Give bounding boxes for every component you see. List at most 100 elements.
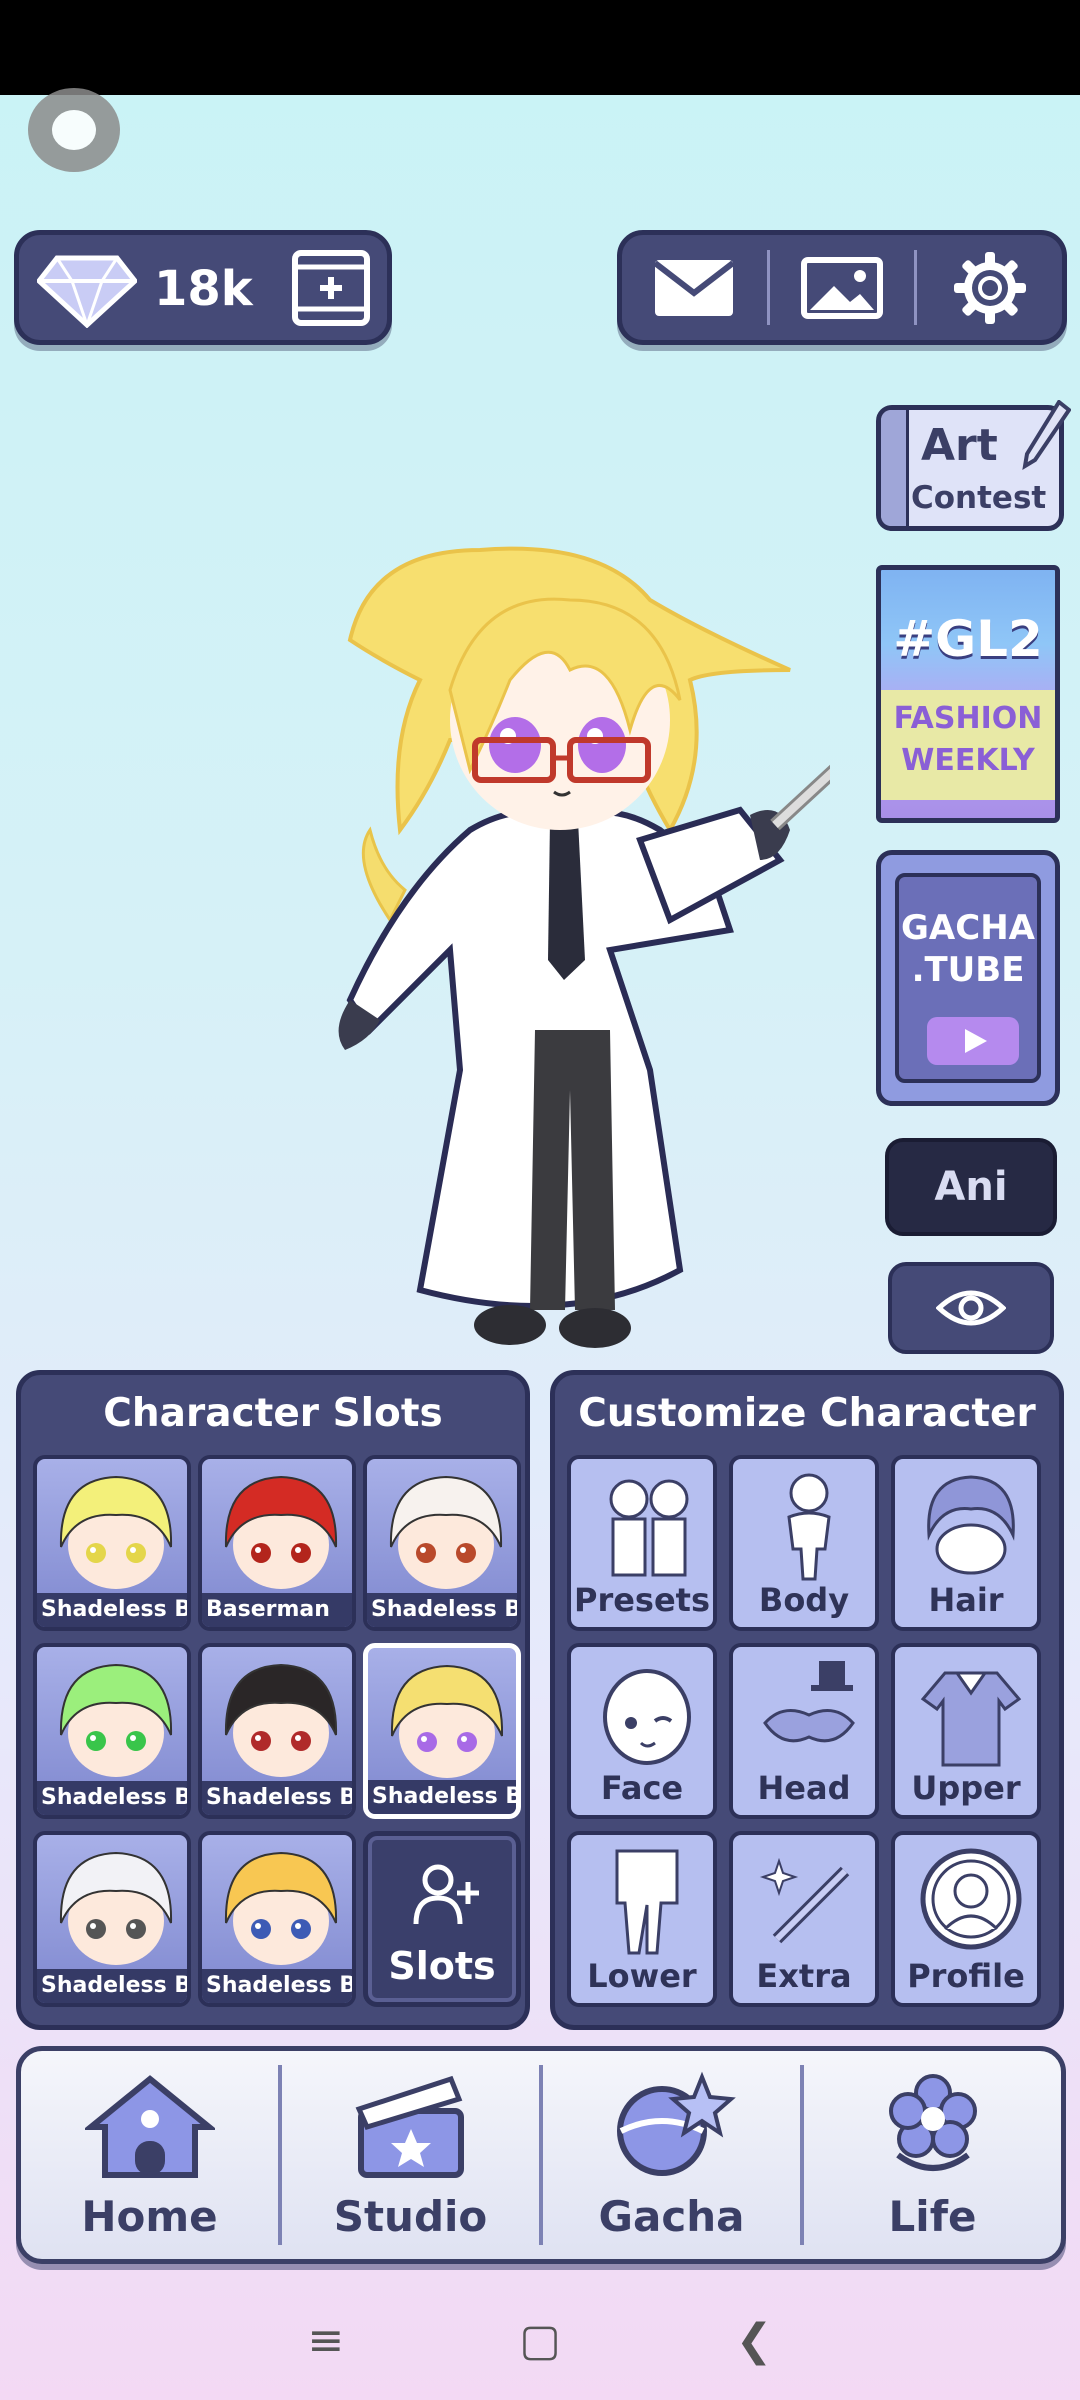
nav-gacha-label: Gacha (598, 2192, 745, 2241)
character-avatar (59, 1851, 173, 1965)
character-slot-label: Shadeless Bas (368, 1780, 516, 1814)
tube-line-2: .TUBE (911, 950, 1025, 990)
customize-hair-button[interactable]: Hair (891, 1455, 1041, 1631)
add-user-icon (413, 1864, 479, 1925)
customize-label: Head (757, 1769, 851, 1807)
gl2-title: #GL2 (893, 610, 1043, 668)
customize-body-button[interactable]: Body (729, 1455, 879, 1631)
character-slot[interactable]: Shadeless Bas (33, 1455, 191, 1631)
mail-button[interactable] (622, 235, 767, 340)
gl2-fashion-weekly-banner[interactable]: #GL2 FASHION WEEKLY (876, 565, 1060, 823)
customize-presets-button[interactable]: Presets (567, 1455, 717, 1631)
character-slot[interactable]: Shadeless Bas (363, 1455, 521, 1631)
animation-button[interactable]: Ani (885, 1138, 1057, 1236)
hide-ui-button[interactable] (888, 1262, 1054, 1354)
customize-character-title: Customize Character (578, 1390, 1036, 1436)
character-slots-panel: Character Slots Shadeless Bas Baserman Sha… (16, 1370, 530, 2030)
character-slot[interactable]: Shadeless Bas (363, 1643, 521, 1819)
customize-label: Face (600, 1769, 684, 1807)
character-avatar (59, 1475, 173, 1589)
gl2-line-2: WEEKLY (901, 743, 1035, 778)
art-contest-banner[interactable]: Art Contest (876, 400, 1071, 531)
currency-panel: 18k (14, 230, 392, 345)
character-avatar (224, 1475, 338, 1589)
nav-studio[interactable]: Studio (282, 2051, 539, 2259)
character-slot-label: Shadeless Bas (367, 1593, 517, 1627)
art-contest-subtitle: Contest (911, 480, 1047, 516)
back-icon[interactable]: ❮ (736, 2315, 773, 2366)
customize-label: Upper (911, 1769, 1021, 1807)
art-contest-title: Art (921, 420, 998, 471)
character-avatar (224, 1663, 338, 1777)
character-preview[interactable] (310, 530, 830, 1360)
tube-screen: GACHA .TUBE (895, 873, 1041, 1083)
customize-label: Hair (928, 1581, 1004, 1619)
customize-label: Body (758, 1581, 850, 1619)
customize-profile-button[interactable]: Profile (891, 1831, 1041, 2007)
character-slot[interactable]: Shadeless Bas (33, 1831, 191, 2007)
tube-title: GACHA .TUBE (899, 907, 1037, 991)
nav-home-label: Home (81, 2192, 218, 2241)
character-slot[interactable]: Baserman (198, 1455, 356, 1631)
nav-home[interactable]: Home (21, 2051, 278, 2259)
tube-line-1: GACHA (901, 908, 1035, 948)
character-slot-label: Shadeless Bas (202, 1969, 352, 2003)
character-slot-label: Shadeless Bas (37, 1593, 187, 1627)
nav-gacha[interactable]: Gacha (543, 2051, 800, 2259)
character-slot-label: Shadeless Bas (202, 1781, 352, 1815)
gem-count: 18k (154, 261, 253, 317)
character-avatar (224, 1851, 338, 1965)
character-slot-label: Shadeless Bas (37, 1969, 187, 2003)
extra-icon (759, 1857, 850, 1944)
customize-extra-button[interactable]: Extra (729, 1831, 879, 2007)
character-slot-label: Shadeless Bas (37, 1781, 187, 1815)
lower-icon (615, 1849, 679, 1955)
house-icon (84, 2075, 215, 2178)
customize-label: Profile (907, 1957, 1025, 1995)
customize-label: Extra (756, 1957, 852, 1995)
flower-icon (888, 2074, 977, 2171)
nav-life[interactable]: Life (804, 2051, 1061, 2259)
gl2-subtitle: FASHION WEEKLY (881, 698, 1055, 782)
nav-studio-label: Studio (333, 2192, 488, 2241)
character-slot[interactable]: Shadeless Bas (33, 1643, 191, 1819)
pencil-icon (1022, 400, 1071, 470)
character-slot-label: Baserman (202, 1593, 352, 1627)
gacha-tube-banner[interactable]: GACHA .TUBE (876, 850, 1060, 1106)
customize-character-panel: Customize Character Presets Body Hair Face H… (550, 1370, 1064, 2030)
character-slot[interactable]: Shadeless Bas (198, 1831, 356, 2007)
watch-ad-film-icon[interactable] (291, 249, 371, 327)
home-square-icon[interactable]: ▢ (519, 2315, 561, 2366)
gallery-button[interactable] (770, 235, 915, 340)
settings-button[interactable] (917, 235, 1062, 340)
gacha-orb-icon (616, 2071, 736, 2176)
customize-face-button[interactable]: Face (567, 1643, 717, 1819)
gear-icon (953, 251, 1026, 324)
character-slot[interactable]: Shadeless Bas (198, 1643, 356, 1819)
profile-icon (920, 1848, 1022, 1950)
customize-label: Presets (573, 1581, 711, 1619)
customize-head-button[interactable]: Head (729, 1643, 879, 1819)
floating-assistive-button[interactable] (28, 88, 120, 172)
customize-upper-button[interactable]: Upper (891, 1643, 1041, 1819)
character-slots-title: Character Slots (103, 1390, 443, 1436)
image-icon (801, 256, 883, 319)
nav-life-label: Life (888, 2192, 977, 2241)
body-icon (787, 1473, 831, 1581)
presets-icon (609, 1479, 689, 1577)
play-icon (927, 1017, 1019, 1065)
character-avatar (390, 1664, 504, 1778)
hair-icon (927, 1475, 1015, 1575)
bottom-navigation: Home Studio Gacha Life (16, 2046, 1066, 2264)
customize-lower-button[interactable]: Lower (567, 1831, 717, 2007)
face-icon (603, 1669, 691, 1765)
clapperboard-icon (355, 2075, 464, 2178)
add-slots-button[interactable]: Slots (363, 1831, 521, 2007)
status-bar (0, 0, 1080, 95)
system-navigation-bar: ≡ ▢ ❮ (0, 2280, 1080, 2400)
recent-apps-icon[interactable]: ≡ (307, 2315, 344, 2366)
gl2-line-1: FASHION (893, 701, 1043, 736)
add-slots-label: Slots (388, 1944, 496, 1988)
head-icon (763, 1661, 855, 1743)
character-avatar (389, 1475, 503, 1589)
